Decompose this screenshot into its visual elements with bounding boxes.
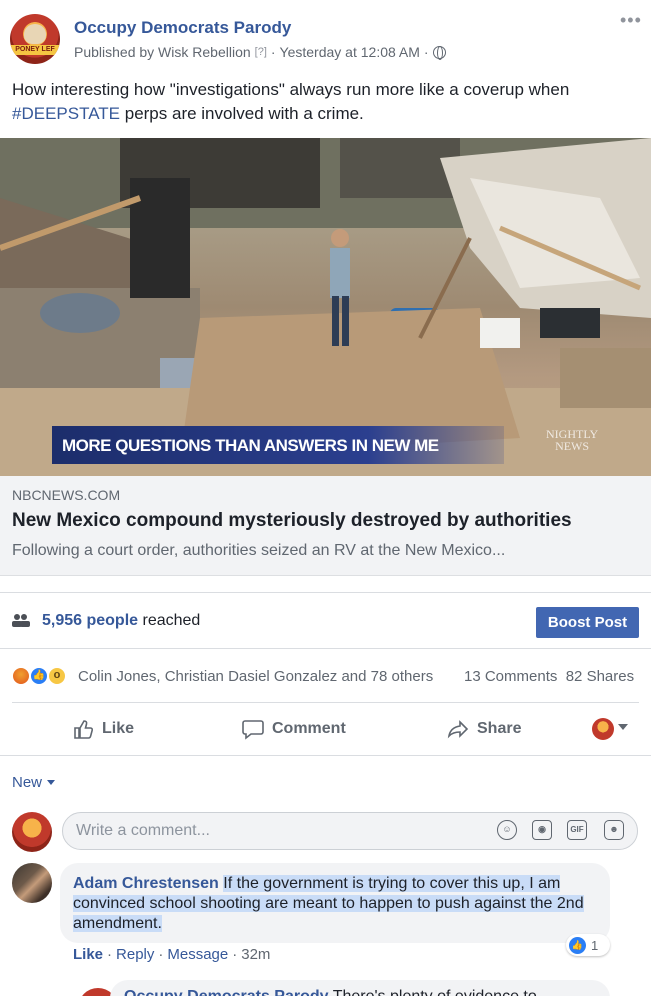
meta-dot: ·	[158, 946, 164, 963]
share-label: Share	[477, 720, 522, 737]
reaction-names[interactable]: Colin Jones, Christian Dasiel Gonzalez a…	[78, 668, 433, 685]
comment-body: Adam Chrestensen If the government is tr…	[73, 874, 593, 934]
globe-icon[interactable]	[432, 45, 446, 60]
like-reaction-icon: 👍	[569, 936, 586, 954]
divider	[12, 702, 639, 703]
engagement-counts: 13 Comments 82 Shares	[464, 668, 634, 685]
comment-author[interactable]: Adam Chrestensen	[73, 875, 219, 892]
comment-sort-dropdown[interactable]: New	[12, 774, 56, 791]
comment-author-avatar[interactable]	[12, 863, 52, 903]
divider	[0, 592, 651, 593]
help-marker[interactable]: [?]	[255, 46, 267, 58]
sort-label: New	[12, 774, 43, 791]
thumbs-up-icon	[74, 720, 94, 739]
like-label: Like	[102, 720, 135, 737]
page-avatar[interactable]: PONEY LEF	[10, 14, 60, 64]
wow-reaction-icon[interactable]: o	[48, 667, 66, 685]
reach-count[interactable]: 5,956 people	[42, 612, 138, 629]
shares-count[interactable]: 82 Shares	[566, 668, 634, 685]
comments-count[interactable]: 13 Comments	[464, 668, 557, 685]
avatar-ribbon: PONEY LEF	[10, 45, 60, 55]
like-reaction-icon[interactable]: 👍	[30, 667, 48, 685]
reply-author[interactable]: Occupy Democrats Parody	[124, 988, 329, 996]
gif-icon[interactable]: GIF	[567, 820, 587, 840]
reply-body: There's plenty of evidence to	[333, 988, 537, 996]
comment-like-badge[interactable]: 👍 1	[566, 934, 610, 956]
comment-icon	[242, 720, 264, 740]
comment-label: Comment	[272, 720, 346, 737]
emoji-icon[interactable]: ☺	[497, 820, 517, 840]
comment-time[interactable]: 32m	[241, 946, 270, 963]
caret-down-icon	[47, 780, 56, 785]
hashtag-link[interactable]: #DEEPSTATE	[12, 104, 120, 123]
commenter-avatar	[12, 812, 52, 852]
sticker-icon[interactable]: ☻	[604, 820, 624, 840]
post-text: How interesting how "investigations" alw…	[12, 78, 632, 126]
more-options-button[interactable]: •••	[620, 10, 642, 31]
comment-like-link[interactable]: Like	[73, 946, 103, 963]
divider	[0, 755, 651, 756]
link-title[interactable]: New Mexico compound mysteriously destroy…	[12, 510, 572, 532]
meta-dot: ·	[107, 946, 113, 963]
meta-dot: ·	[423, 44, 429, 60]
boost-post-button[interactable]: Boost Post	[536, 607, 639, 638]
reach-text: 5,956 people reached	[42, 612, 200, 630]
share-as-avatar[interactable]	[592, 718, 614, 740]
comment-like-count: 1	[591, 937, 599, 953]
meta-dot: ·	[232, 946, 238, 963]
post-text-before: How interesting how "investigations" alw…	[12, 80, 570, 99]
logo-line-2: NEWS	[555, 439, 590, 453]
comment-placeholder[interactable]: Write a comment...	[76, 822, 210, 840]
post-time[interactable]: Yesterday at 12:08 AM	[280, 44, 420, 60]
published-by[interactable]: Published by Wisk Rebellion	[74, 44, 251, 60]
reach-suffix: reached	[138, 612, 201, 629]
comment-actions: Like · Reply · Message · 32m	[73, 946, 270, 963]
post-meta: Published by Wisk Rebellion [?] · Yester…	[74, 44, 446, 60]
comment-message-link[interactable]: Message	[167, 946, 228, 963]
divider	[0, 648, 651, 649]
link-domain: NBCNEWS.COM	[12, 487, 121, 503]
share-icon	[447, 720, 469, 739]
share-button[interactable]: Share	[447, 718, 521, 740]
chevron-down-icon[interactable]	[618, 724, 628, 730]
camera-icon[interactable]: ◉	[532, 820, 552, 840]
post-text-after: perps are involved with a crime.	[120, 104, 364, 123]
news-banner-text: MORE QUESTIONS THAN ANSWERS IN NEW ME	[62, 436, 439, 455]
link-description: Following a court order, authorities sei…	[12, 542, 506, 559]
reply-text: Occupy Democrats Parody There's plenty o…	[124, 988, 537, 996]
meta-dot: ·	[270, 44, 276, 60]
like-button[interactable]: Like	[72, 718, 134, 740]
nightly-news-logo: NIGHTLY NEWS	[546, 428, 598, 452]
avatar-face	[24, 24, 46, 44]
comment-reply-link[interactable]: Reply	[116, 946, 154, 963]
comment-button[interactable]: Comment	[242, 718, 346, 740]
page-name-link[interactable]: Occupy Democrats Parody	[74, 18, 291, 38]
angry-reaction-icon[interactable]	[12, 667, 30, 685]
people-icon	[12, 613, 30, 630]
